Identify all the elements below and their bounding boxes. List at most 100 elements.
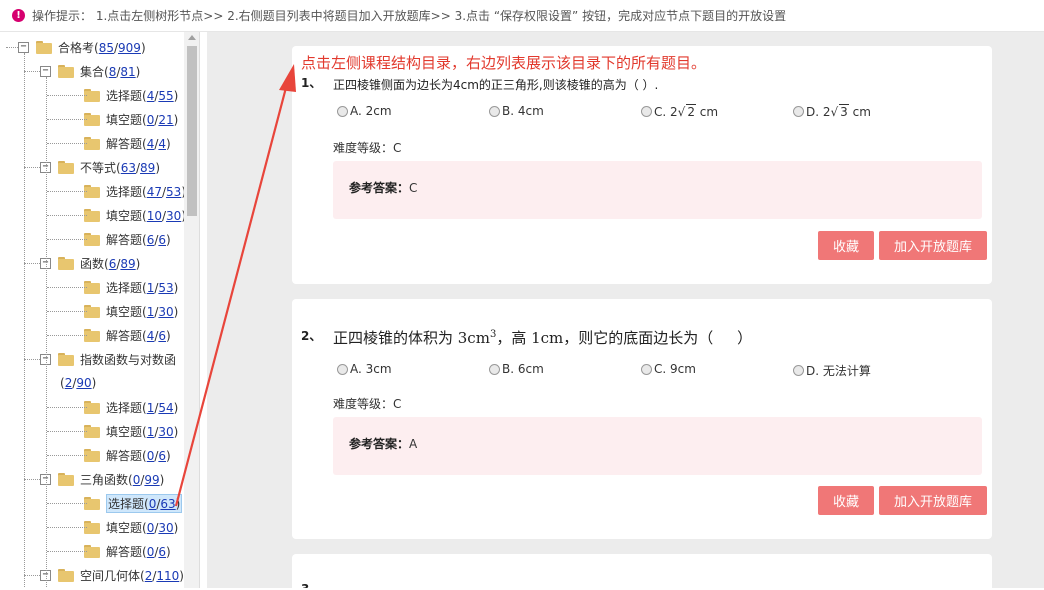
total-count-link[interactable]: 90 [76, 376, 91, 390]
tree-folder-node[interactable]: − 集合(8/81) [40, 59, 140, 83]
tree-node-label[interactable]: 填空题(10/30) [106, 207, 184, 224]
total-count-link[interactable]: 30 [158, 521, 173, 535]
radio-button[interactable] [337, 363, 348, 375]
tree-node-label[interactable]: 合格考(85/909) [58, 39, 146, 56]
scroll-up-arrow-icon[interactable] [188, 35, 196, 40]
node-count: (10/30) [142, 208, 184, 223]
option-d[interactable]: D. 2 √ 3 cm [793, 104, 871, 119]
total-count-link[interactable]: 53 [158, 281, 173, 295]
total-count-link[interactable]: 54 [158, 401, 173, 415]
open-count-link[interactable]: 0 [147, 545, 155, 559]
open-count-link[interactable]: 4 [147, 137, 155, 151]
total-count-link[interactable]: 99 [144, 473, 159, 487]
total-count-link[interactable]: 81 [120, 65, 135, 79]
radio-button[interactable] [793, 106, 804, 117]
tree-node-label[interactable]: 解答题(4/6) [106, 327, 171, 344]
open-count-link[interactable]: 47 [147, 185, 162, 199]
tree-node-label[interactable]: 解答题(0/6) [106, 543, 171, 560]
tree-node-label[interactable]: 填空题(0/21) [106, 111, 178, 128]
open-count-link[interactable]: 6 [147, 233, 155, 247]
tree-folder-node[interactable]: − 合格考(85/909) [18, 35, 146, 59]
total-count-link[interactable]: 63 [160, 497, 175, 511]
open-count-link[interactable]: 4 [147, 329, 155, 343]
open-count-link[interactable]: 0 [147, 521, 155, 535]
tree-folder-node[interactable]: − 函数(6/89) [40, 251, 140, 275]
open-count-link[interactable]: 1 [147, 425, 155, 439]
tree-node-label[interactable]: 选择题(4/55) [106, 87, 178, 104]
tree-node-label[interactable]: 选择题(1/53) [106, 279, 178, 296]
tree-node-label[interactable]: 函数(6/89) [80, 255, 140, 272]
open-count-link[interactable]: 0 [147, 113, 155, 127]
open-count-link[interactable]: 0 [147, 449, 155, 463]
total-count-link[interactable]: 30 [158, 305, 173, 319]
tree-node-label[interactable]: 填空题(1/30) [106, 423, 178, 440]
scroll-thumb[interactable] [187, 46, 197, 216]
option-c[interactable]: C. 9cm [641, 362, 696, 376]
open-count-link[interactable]: 2 [145, 569, 153, 583]
total-count-link[interactable]: 21 [158, 113, 173, 127]
tree-connector [24, 167, 40, 168]
total-count-link[interactable]: 53 [166, 185, 181, 199]
add-to-open-bank-button[interactable]: 加入开放题库 [879, 486, 987, 515]
tree-node-label[interactable]: 集合(8/81) [80, 63, 140, 80]
option-c[interactable]: C. 2 √ 2 cm [641, 104, 718, 119]
total-count-link[interactable]: 6 [158, 449, 166, 463]
option-d[interactable]: D. 无法计算 [793, 362, 871, 379]
tree-node-label[interactable]: 选择题(1/54) [106, 399, 178, 416]
tree-scrollbar[interactable] [184, 32, 199, 588]
tree-folder-node[interactable]: − 指数函数与对数函 [40, 347, 176, 371]
tree-folder-node[interactable]: − 空间几何体(2/110) [40, 563, 184, 587]
open-count-link[interactable]: 0 [133, 473, 141, 487]
open-count-link[interactable]: 85 [99, 41, 114, 55]
collect-button[interactable]: 收藏 [818, 486, 874, 515]
radio-button[interactable] [337, 105, 348, 117]
total-count-link[interactable]: 89 [140, 161, 155, 175]
radio-button[interactable] [793, 365, 804, 376]
total-count-link[interactable]: 30 [158, 425, 173, 439]
total-count-link[interactable]: 4 [158, 137, 166, 151]
open-count-link[interactable]: 6 [109, 257, 117, 271]
open-count-link[interactable]: 63 [121, 161, 136, 175]
open-count-link[interactable]: 8 [109, 65, 117, 79]
total-count-link[interactable]: 89 [120, 257, 135, 271]
radio-button[interactable] [641, 363, 652, 375]
tree-node-label[interactable]: 选择题(47/53) [106, 183, 184, 200]
tree-folder-node[interactable]: − 三角函数(0/99) [40, 467, 164, 491]
tree-node-label[interactable]: 不等式(63/89) [80, 159, 160, 176]
open-count-link[interactable]: 0 [149, 497, 157, 511]
tree-node-label[interactable]: 选择题(0/63) [106, 493, 183, 513]
tree-folder-node[interactable]: − 不等式(63/89) [40, 155, 160, 179]
tree-node-label[interactable]: 三角函数(0/99) [80, 471, 164, 488]
total-count-link[interactable]: 110 [156, 569, 179, 583]
collapse-toggle-icon[interactable]: − [40, 65, 51, 77]
collapse-toggle-icon[interactable]: − [18, 41, 29, 53]
total-count-link[interactable]: 55 [158, 89, 173, 103]
radio-button[interactable] [489, 105, 500, 117]
total-count-link[interactable]: 30 [166, 209, 181, 223]
total-count-link[interactable]: 909 [118, 41, 141, 55]
open-count-link[interactable]: 2 [65, 376, 73, 390]
radio-button[interactable] [489, 363, 500, 375]
total-count-link[interactable]: 6 [158, 545, 166, 559]
total-count-link[interactable]: 6 [158, 329, 166, 343]
open-count-link[interactable]: 1 [147, 401, 155, 415]
open-count-link[interactable]: 4 [147, 89, 155, 103]
open-count-link[interactable]: 1 [147, 305, 155, 319]
total-count-link[interactable]: 6 [158, 233, 166, 247]
tree-node-label[interactable]: 解答题(6/6) [106, 231, 171, 248]
option-a[interactable]: A. 3cm [337, 362, 392, 376]
tree-node-label[interactable]: 解答题(0/6) [106, 447, 171, 464]
add-to-open-bank-button[interactable]: 加入开放题库 [879, 231, 987, 260]
option-b[interactable]: B. 6cm [489, 362, 544, 376]
option-a[interactable]: A. 2cm [337, 104, 392, 118]
option-b[interactable]: B. 4cm [489, 104, 544, 118]
tree-node-label[interactable]: 空间几何体(2/110) [80, 567, 184, 584]
open-count-link[interactable]: 10 [147, 209, 162, 223]
tree-node-label[interactable]: 填空题(1/30) [106, 303, 178, 320]
tree-node-label[interactable]: 填空题(0/30) [106, 519, 178, 536]
tree-node-label[interactable]: 解答题(4/4) [106, 135, 171, 152]
tree-node-label[interactable]: 指数函数与对数函 [80, 351, 176, 368]
radio-button[interactable] [641, 106, 652, 117]
open-count-link[interactable]: 1 [147, 281, 155, 295]
collect-button[interactable]: 收藏 [818, 231, 874, 260]
